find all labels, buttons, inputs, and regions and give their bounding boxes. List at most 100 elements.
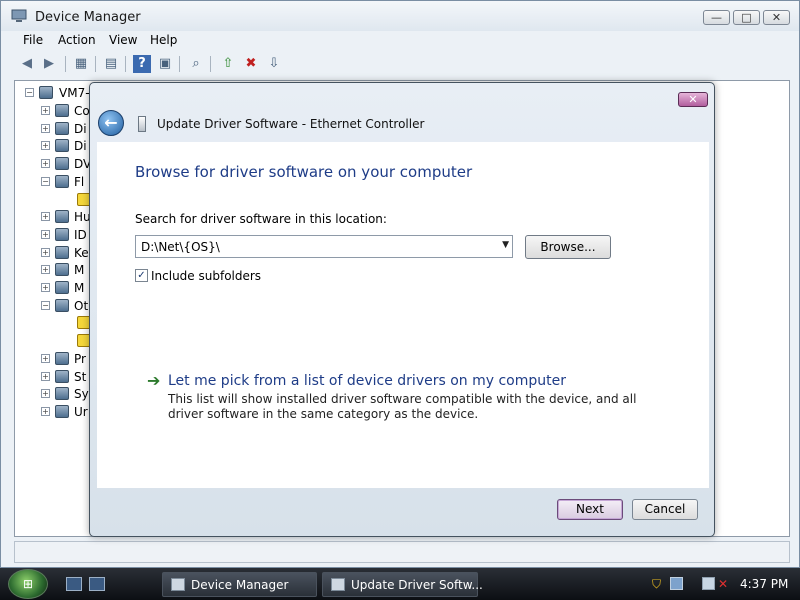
- tree-item[interactable]: + Di: [15, 120, 95, 138]
- tree-item[interactable]: + M: [15, 279, 95, 297]
- security-shield-icon[interactable]: ⛉: [652, 577, 665, 591]
- expand-icon[interactable]: +: [41, 106, 50, 115]
- clock[interactable]: 4:37 PM: [740, 577, 788, 591]
- collapse-icon[interactable]: −: [41, 300, 50, 310]
- tree-item[interactable]: [15, 314, 95, 332]
- device-category-icon: [55, 210, 69, 224]
- chevron-down-icon[interactable]: ▼: [502, 240, 509, 250]
- collapse-icon[interactable]: −: [41, 176, 50, 186]
- menu-help[interactable]: Help: [150, 33, 177, 47]
- device-category-icon: [55, 104, 69, 117]
- windows-update-icon[interactable]: [670, 577, 683, 590]
- menu-file[interactable]: File: [23, 33, 43, 47]
- tree-root[interactable]: − VM7-: [15, 84, 95, 102]
- tree-item[interactable]: + M: [15, 261, 95, 279]
- expand-icon[interactable]: +: [41, 283, 50, 292]
- browse-button[interactable]: Browse...: [525, 235, 611, 259]
- path-combobox[interactable]: D:\Net\{OS}\ ▼: [135, 235, 513, 258]
- tree-item[interactable]: + St: [15, 368, 95, 386]
- toolbar-separator: [210, 56, 211, 72]
- tree-item[interactable]: + Sy: [15, 385, 95, 403]
- tree-item-label: Di: [74, 139, 87, 154]
- tree-item[interactable]: + Pr: [15, 350, 95, 368]
- device-category-icon: [55, 387, 69, 401]
- maximize-button[interactable]: □: [733, 10, 760, 25]
- show-hide-tree-icon[interactable]: ▦: [72, 55, 90, 73]
- volume-muted-icon[interactable]: ✕: [718, 577, 731, 591]
- expand-icon[interactable]: +: [41, 247, 50, 257]
- help-icon[interactable]: ?: [133, 55, 151, 73]
- tree-item[interactable]: + DV: [15, 155, 95, 173]
- expand-icon[interactable]: +: [41, 406, 50, 416]
- device-category-icon: [55, 157, 69, 171]
- expand-icon[interactable]: +: [41, 212, 50, 222]
- device-icon: [138, 116, 146, 132]
- task-label: Update Driver Softw...: [351, 578, 483, 592]
- device-category-icon: [55, 227, 69, 241]
- tree-item-label: Co: [74, 104, 90, 118]
- properties-icon[interactable]: ▤: [102, 55, 120, 73]
- expand-icon[interactable]: +: [41, 265, 50, 275]
- expand-icon[interactable]: +: [41, 229, 50, 239]
- forward-icon[interactable]: ▶: [40, 55, 58, 73]
- menu-action[interactable]: Action: [58, 33, 96, 47]
- tree-item-label: Fl: [74, 174, 85, 189]
- start-button[interactable]: ⊞: [8, 569, 48, 599]
- tree-item-label: Sy: [74, 387, 89, 402]
- expand-icon[interactable]: +: [41, 141, 50, 151]
- tree-item[interactable]: − Ot: [15, 297, 95, 315]
- collapse-icon[interactable]: −: [25, 88, 34, 97]
- close-button[interactable]: ✕: [763, 10, 790, 25]
- update-driver-icon[interactable]: ⇧: [219, 55, 237, 73]
- minimize-button[interactable]: —: [703, 10, 730, 25]
- dialog-title: Update Driver Software - Ethernet Contro…: [157, 117, 425, 131]
- arrow-right-icon[interactable]: ➔: [147, 371, 160, 390]
- taskbar-device-manager[interactable]: Device Manager: [162, 572, 317, 597]
- view-icon[interactable]: ▣: [156, 55, 174, 73]
- tree-item[interactable]: + Ur: [15, 403, 95, 421]
- expand-icon[interactable]: +: [41, 371, 50, 381]
- tree-item-label: Ke: [74, 245, 89, 260]
- include-subfolders-label[interactable]: Include subfolders: [151, 269, 261, 283]
- tree-item-label: St: [74, 369, 87, 384]
- title-bar[interactable]: Device Manager — □ ✕: [1, 1, 799, 31]
- device-manager-icon: [171, 578, 185, 591]
- status-bar: [14, 541, 790, 563]
- include-subfolders-checkbox[interactable]: ✓: [135, 269, 148, 282]
- dialog-close-button[interactable]: ✕: [678, 92, 708, 107]
- tree-item[interactable]: [15, 332, 95, 350]
- tree-item[interactable]: + Co: [15, 102, 95, 120]
- device-category-icon: [55, 298, 69, 312]
- taskbar-update-driver[interactable]: Update Driver Softw...: [322, 572, 483, 597]
- uninstall-device-icon[interactable]: ⇩: [265, 55, 283, 73]
- tree-item[interactable]: − Fl: [15, 173, 95, 191]
- tree-item[interactable]: + Hu: [15, 208, 95, 226]
- scan-hardware-icon[interactable]: ⌕: [187, 55, 205, 73]
- expand-icon[interactable]: +: [41, 123, 50, 133]
- expand-icon[interactable]: +: [41, 353, 50, 363]
- switch-windows-icon[interactable]: [89, 577, 105, 591]
- disable-device-icon[interactable]: ✖: [242, 55, 260, 73]
- back-icon[interactable]: ◀: [18, 55, 36, 73]
- cancel-button[interactable]: Cancel: [632, 499, 698, 520]
- tree-root-label: VM7-: [59, 86, 90, 100]
- menu-view[interactable]: View: [109, 33, 137, 47]
- device-category-icon: [55, 174, 69, 188]
- taskbar: ⊞ Device Manager Update Driver Softw... …: [0, 568, 800, 600]
- expand-icon[interactable]: +: [41, 389, 50, 399]
- expand-icon[interactable]: +: [41, 159, 50, 169]
- toolbar-separator: [179, 56, 180, 72]
- network-icon[interactable]: [702, 577, 715, 590]
- tree-item[interactable]: + ID: [15, 226, 95, 244]
- next-button[interactable]: Next: [557, 499, 623, 520]
- show-desktop-icon[interactable]: [66, 577, 82, 591]
- tree-item[interactable]: + Ke: [15, 244, 95, 262]
- tree-item[interactable]: [15, 191, 95, 209]
- tree-item[interactable]: + Di: [15, 137, 95, 155]
- device-category-icon: [55, 369, 69, 383]
- back-arrow-icon[interactable]: ←: [98, 110, 124, 136]
- tree-item-label: M: [74, 263, 85, 278]
- tree-item-label: Di: [74, 121, 87, 136]
- device-category-icon: [55, 263, 69, 277]
- pick-driver-link[interactable]: Let me pick from a list of device driver…: [168, 373, 566, 389]
